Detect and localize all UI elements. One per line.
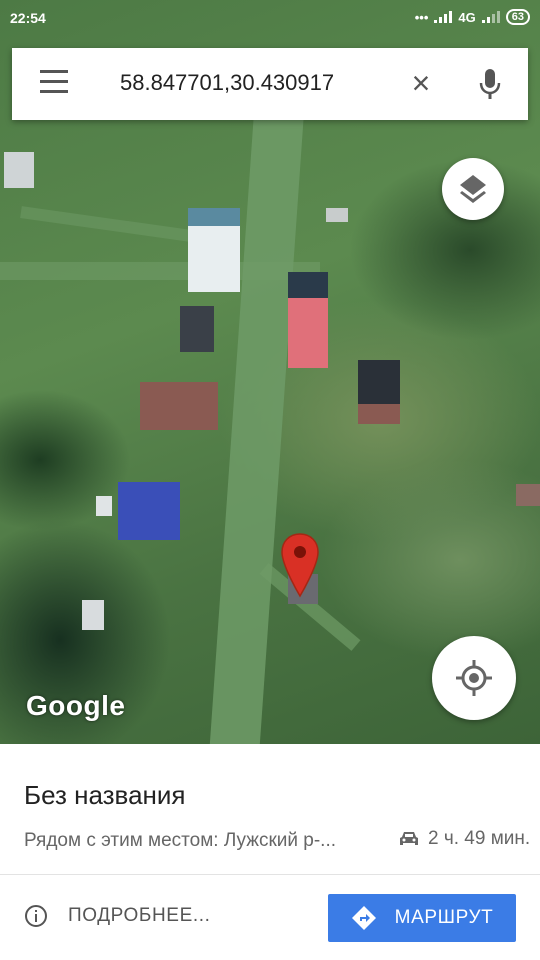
map-building — [96, 496, 112, 516]
map-building — [180, 306, 214, 352]
route-button[interactable]: МАРШРУТ — [328, 894, 516, 942]
my-location-button[interactable] — [432, 636, 516, 720]
status-icons: ••• 4G 63 — [415, 9, 530, 25]
menu-icon[interactable] — [40, 70, 68, 98]
battery-level: 63 — [505, 9, 530, 25]
status-time: 22:54 — [10, 10, 46, 26]
close-icon[interactable]: × — [404, 66, 438, 100]
drive-time-value: 2 ч. 49 мин. — [428, 828, 531, 849]
map-building — [288, 272, 328, 368]
info-icon — [25, 905, 47, 927]
map-building — [516, 484, 540, 506]
map-building — [358, 360, 400, 424]
more-info-button[interactable]: ПОДРОБНЕЕ... — [24, 904, 211, 928]
map-building — [118, 482, 180, 540]
map-building — [326, 208, 348, 222]
place-title: Без названия — [24, 780, 186, 810]
layers-icon — [460, 175, 486, 203]
place-sheet[interactable]: Без названия Рядом с этим местом: Лужски… — [0, 744, 540, 960]
drive-time: 2 ч. 49 мин. — [398, 828, 530, 850]
google-logo: Google — [26, 690, 126, 721]
map-building — [82, 600, 104, 630]
crosshair-icon — [456, 660, 492, 696]
map-road — [209, 110, 305, 744]
network-type: 4G — [458, 9, 476, 25]
place-nearby: Рядом с этим местом: Лужский р-... — [24, 830, 336, 851]
search-bar[interactable]: 58.847701,30.430917 × — [12, 48, 528, 120]
route-label: МАРШРУТ — [394, 907, 494, 928]
directions-icon — [351, 906, 376, 930]
map-road — [0, 262, 320, 280]
map-building — [4, 152, 34, 188]
location-pin-icon[interactable] — [280, 532, 320, 598]
dots-icon: ••• — [414, 9, 429, 25]
signal-icon — [434, 11, 453, 23]
map-building — [140, 382, 218, 430]
search-query[interactable]: 58.847701,30.430917 — [120, 70, 334, 96]
microphone-icon[interactable] — [478, 68, 502, 100]
more-info-label: ПОДРОБНЕЕ... — [68, 905, 211, 926]
map-building — [188, 208, 240, 292]
layers-button[interactable] — [442, 158, 504, 220]
status-bar: 22:54 ••• 4G 63 — [0, 0, 540, 36]
signal-icon — [481, 11, 500, 23]
divider — [0, 874, 540, 875]
car-icon — [400, 832, 418, 845]
